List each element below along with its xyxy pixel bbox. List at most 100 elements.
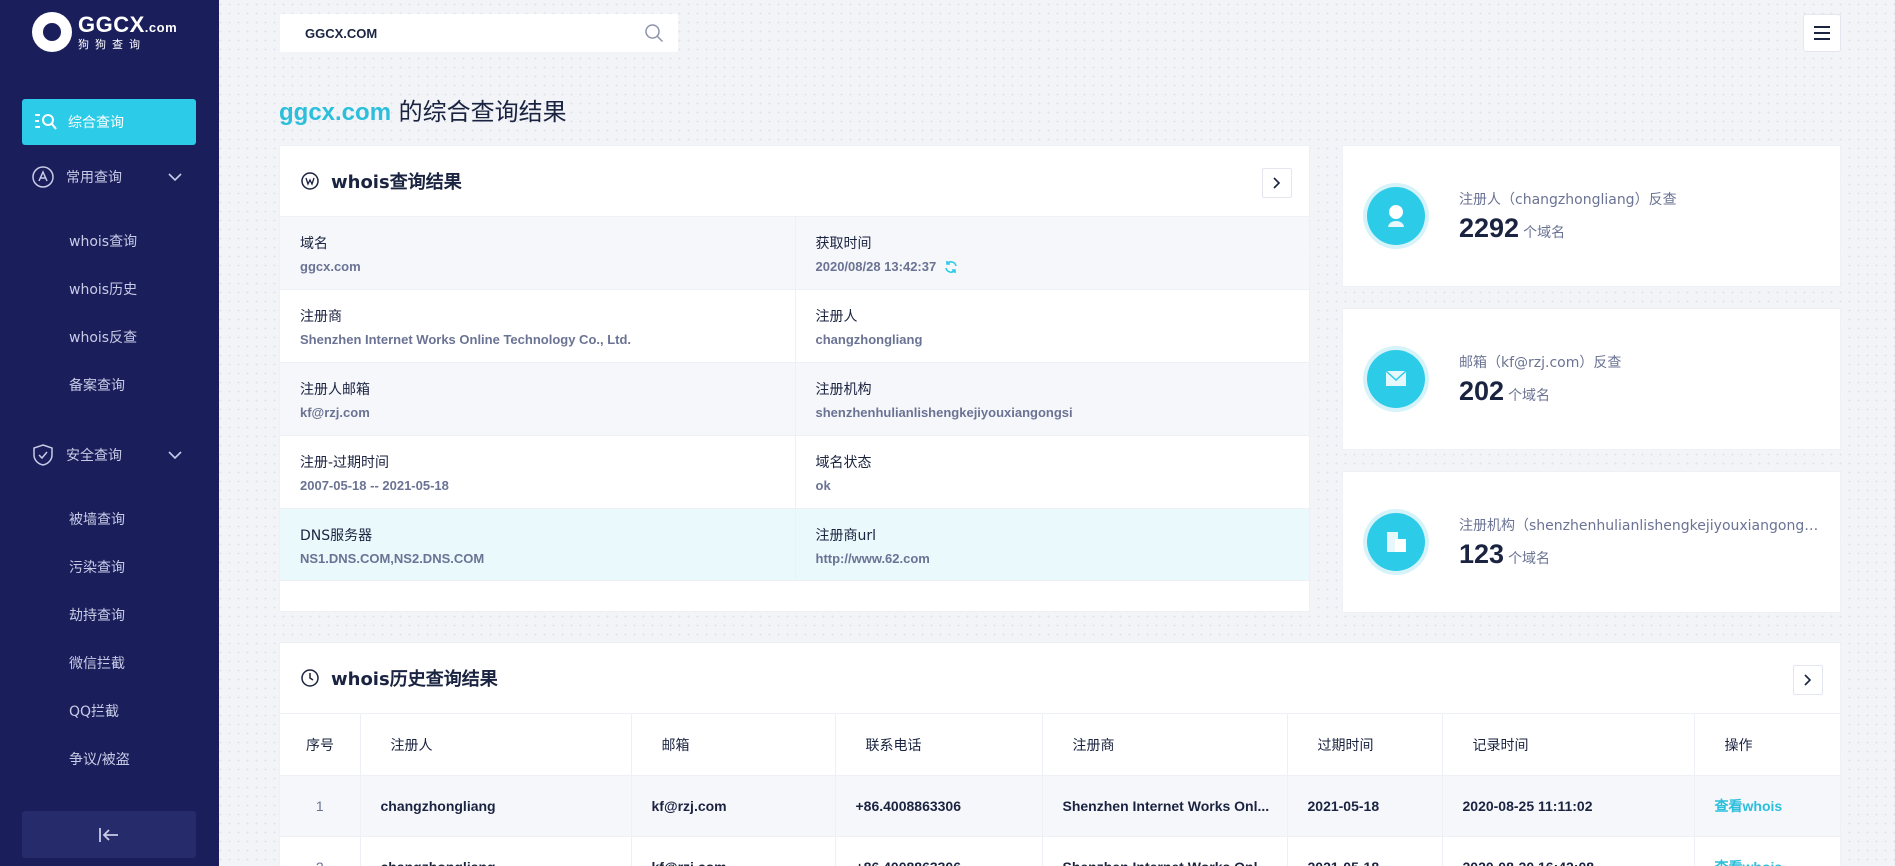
org-value: shenzhenhulianlishengkejiyouxiangongsi bbox=[815, 405, 1073, 420]
fetch-time-label: 获取时间 bbox=[815, 236, 872, 252]
view-whois-link[interactable]: 查看whois bbox=[1694, 775, 1840, 837]
sidebar-group-common[interactable]: 常用查询 bbox=[32, 166, 182, 188]
fetch-time-value: 2020/08/28 13:42:37 bbox=[816, 259, 1310, 274]
mail-icon bbox=[1367, 350, 1425, 408]
email-value: kf@rzj.com bbox=[300, 405, 370, 420]
sidebar-group-label: 安全查询 bbox=[66, 448, 122, 464]
card-title: whois查询结果 bbox=[331, 172, 462, 193]
info-row: 注册-过期时间 2007-05-18 -- 2021-05-18 域名状态 ok bbox=[280, 435, 1309, 508]
registrant-label: 注册人 bbox=[815, 309, 858, 325]
sidebar-item-blocked[interactable]: 被墙查询 bbox=[69, 509, 125, 529]
collapse-left-icon bbox=[99, 827, 118, 842]
whois-icon bbox=[301, 172, 319, 190]
whois-history-card: whois历史查询结果 序号 注册人 邮箱 联系电话 注册商 过期时间 记录时间… bbox=[279, 642, 1841, 866]
column-header: 注册人 bbox=[360, 713, 632, 776]
dates-value: 2007-05-18 -- 2021-05-18 bbox=[300, 478, 449, 493]
page-title: ggcx.com 的综合查询结果 bbox=[279, 98, 567, 126]
chevron-right-icon bbox=[1273, 177, 1281, 189]
card-header: whois查询结果 bbox=[280, 146, 1309, 216]
column-header: 注册商 bbox=[1042, 713, 1288, 776]
dns-label: DNS服务器 bbox=[300, 528, 373, 544]
cell-expiry: 2021-05-18 bbox=[1287, 836, 1443, 866]
cell-email: kf@rzj.com bbox=[631, 775, 836, 837]
sidebar-item-whois-reverse[interactable]: whois反查 bbox=[69, 327, 137, 347]
stat-count: 123 个域名 bbox=[1459, 538, 1551, 569]
sidebar-item-qq[interactable]: QQ拦截 bbox=[69, 701, 119, 721]
chevron-down-icon bbox=[168, 451, 182, 460]
stat-label: 注册人（changzhongliang）反查 bbox=[1459, 191, 1677, 208]
search-input[interactable]: GGCX.COM bbox=[280, 14, 678, 52]
column-header: 联系电话 bbox=[835, 713, 1043, 776]
logo-title: GGCX.com bbox=[78, 12, 178, 37]
column-header: 邮箱 bbox=[631, 713, 836, 776]
column-header: 操作 bbox=[1694, 713, 1840, 776]
table-row: 1 changzhongliang kf@rzj.com +86.4008863… bbox=[280, 775, 1840, 837]
sidebar-item-overview[interactable]: 综合查询 bbox=[22, 99, 196, 145]
email-label: 注册人邮箱 bbox=[300, 382, 370, 398]
column-header: 过期时间 bbox=[1287, 713, 1443, 776]
cell-email: kf@rzj.com bbox=[631, 836, 836, 866]
shield-icon bbox=[33, 444, 53, 466]
info-row: 域名 ggcx.com 获取时间 2020/08/28 13:42:37 bbox=[280, 216, 1309, 289]
column-header: 记录时间 bbox=[1442, 713, 1695, 776]
sidebar-item-icp[interactable]: 备案查询 bbox=[69, 375, 125, 395]
stat-label: 注册机构（shenzhenhulianlishengkejiyouxiangon… bbox=[1459, 517, 1819, 534]
cell-expiry: 2021-05-18 bbox=[1287, 775, 1443, 837]
clock-icon bbox=[301, 669, 319, 687]
chevron-down-icon bbox=[168, 173, 182, 182]
a-circle-icon bbox=[32, 166, 54, 188]
stat-count: 202 个域名 bbox=[1459, 375, 1551, 406]
status-label: 域名状态 bbox=[815, 455, 872, 471]
search-icon[interactable] bbox=[644, 23, 664, 43]
org-label: 注册机构 bbox=[815, 382, 872, 398]
sidebar-item-wechat[interactable]: 微信拦截 bbox=[69, 653, 125, 673]
table-row: 2 changzhongliang kf@rzj.com +86.4008863… bbox=[280, 836, 1840, 866]
stat-count: 2292 个域名 bbox=[1459, 212, 1566, 243]
dates-label: 注册-过期时间 bbox=[300, 455, 390, 471]
info-row: 注册人邮箱 kf@rzj.com 注册机构 shenzhenhulianlishen… bbox=[280, 362, 1309, 435]
registrar-value: Shenzhen Internet Works Online Technolog… bbox=[300, 332, 632, 347]
org-reverse-card[interactable]: 注册机构（shenzhenhulianlishengkejiyouxiangon… bbox=[1342, 471, 1841, 613]
sidebar-item-dispute[interactable]: 争议/被盗 bbox=[69, 749, 130, 769]
column-header: 序号 bbox=[280, 713, 361, 776]
cell-phone: +86.4008863306 bbox=[835, 836, 1043, 866]
email-reverse-card[interactable]: 邮箱（kf@rzj.com）反查 202 个域名 bbox=[1342, 308, 1841, 450]
sidebar-group-label: 常用查询 bbox=[66, 170, 122, 186]
dns-value: NS1.DNS.COM,NS2.DNS.COM bbox=[300, 551, 485, 566]
cell-phone: +86.4008863306 bbox=[835, 775, 1043, 837]
collapse-sidebar-button[interactable] bbox=[22, 811, 196, 858]
menu-button[interactable] bbox=[1803, 14, 1841, 52]
info-row: 注册商 Shenzhen Internet Works Online Techno… bbox=[280, 289, 1309, 362]
stat-label: 邮箱（kf@rzj.com）反查 bbox=[1459, 354, 1622, 371]
history-table: 序号 注册人 邮箱 联系电话 注册商 过期时间 记录时间 操作 1 changz… bbox=[280, 713, 1840, 866]
history-more-button[interactable] bbox=[1793, 665, 1823, 695]
refresh-icon[interactable] bbox=[944, 260, 958, 274]
sidebar-item-pollution[interactable]: 污染查询 bbox=[69, 557, 125, 577]
view-whois-link[interactable]: 查看whois bbox=[1694, 836, 1840, 866]
sidebar-item-label: 综合查询 bbox=[68, 115, 124, 131]
cell-record-time: 2020-08-25 11:11:02 bbox=[1442, 775, 1695, 837]
sidebar-group-security[interactable]: 安全查询 bbox=[32, 444, 182, 466]
registrant-reverse-card[interactable]: 注册人（changzhongliang）反查 2292 个域名 bbox=[1342, 145, 1841, 287]
status-value: ok bbox=[815, 478, 831, 493]
sidebar-item-hijack[interactable]: 劫持查询 bbox=[69, 605, 125, 625]
logo-icon bbox=[32, 12, 72, 52]
sidebar-item-whois-history[interactable]: whois历史 bbox=[69, 279, 137, 299]
card-header: whois历史查询结果 bbox=[280, 643, 1840, 713]
whois-result-card: whois查询结果 域名 ggcx.com 获取时间 2020/08/28 13:4… bbox=[279, 145, 1310, 612]
chevron-right-icon bbox=[1804, 674, 1812, 686]
sidebar-item-whois[interactable]: whois查询 bbox=[69, 231, 137, 251]
domain-label: 域名 bbox=[300, 236, 328, 252]
registrar-label: 注册商 bbox=[300, 309, 342, 325]
cell-registrant: changzhongliang bbox=[360, 775, 632, 837]
row-index: 2 bbox=[280, 836, 361, 866]
logo[interactable]: GGCX.com 狗狗查询 bbox=[32, 12, 177, 52]
cell-registrant: changzhongliang bbox=[360, 836, 632, 866]
cell-registrar: Shenzhen Internet Works Onl... bbox=[1042, 775, 1288, 837]
search-list-icon bbox=[35, 114, 57, 130]
building-icon bbox=[1367, 513, 1425, 571]
registrar-url-value: http://www.62.com bbox=[815, 551, 930, 566]
domain-value: ggcx.com bbox=[300, 259, 361, 274]
whois-more-button[interactable] bbox=[1262, 168, 1292, 198]
hamburger-icon bbox=[1814, 26, 1830, 40]
